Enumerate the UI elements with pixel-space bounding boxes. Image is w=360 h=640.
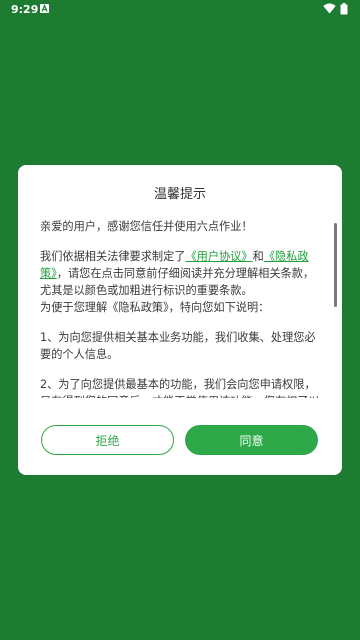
point-1-text: 1、为向您提供相关基本业务功能，我们收集、处理您必要的个人信息。 — [40, 331, 316, 361]
policy-text-and: 和 — [252, 250, 264, 263]
point-2-text: 2、为了向您提供最基本的功能，我们会向您申请权限，只有得到您的同意后，才能正常使… — [40, 378, 320, 398]
policy-text-post: ，请您在点击同意前仔细阅读并充分理解相关条款，尤其是以颜色或加粗进行标识的重要条… — [40, 267, 315, 297]
dialog-body[interactable]: 亲爱的用户，感谢您信任并使用六点作业！ 我们依据相关法律要求制定了《用户协议》和… — [40, 218, 322, 398]
greeting-text: 亲爱的用户，感谢您信任并使用六点作业！ — [40, 220, 253, 233]
dialog-title: 温馨提示 — [153, 187, 206, 202]
user-agreement-link[interactable]: 《用户协议》 — [185, 250, 252, 263]
policy-intro-text: 为便于您理解《隐私政策》，特向您如下说明： — [40, 301, 270, 314]
policy-text-pre: 我们依据相关法律要求制定了 — [40, 250, 186, 263]
dialog-scrollbar[interactable] — [334, 223, 337, 307]
policy-paragraph: 我们依据相关法律要求制定了《用户协议》和《隐私政策》，请您在点击同意前仔细阅读并… — [40, 248, 322, 299]
privacy-dialog: 温馨提示 亲爱的用户，感谢您信任并使用六点作业！ 我们依据相关法律要求制定了《用… — [18, 165, 342, 475]
agree-button[interactable]: 同意 — [185, 425, 318, 455]
refuse-button[interactable]: 拒绝 — [41, 425, 174, 455]
